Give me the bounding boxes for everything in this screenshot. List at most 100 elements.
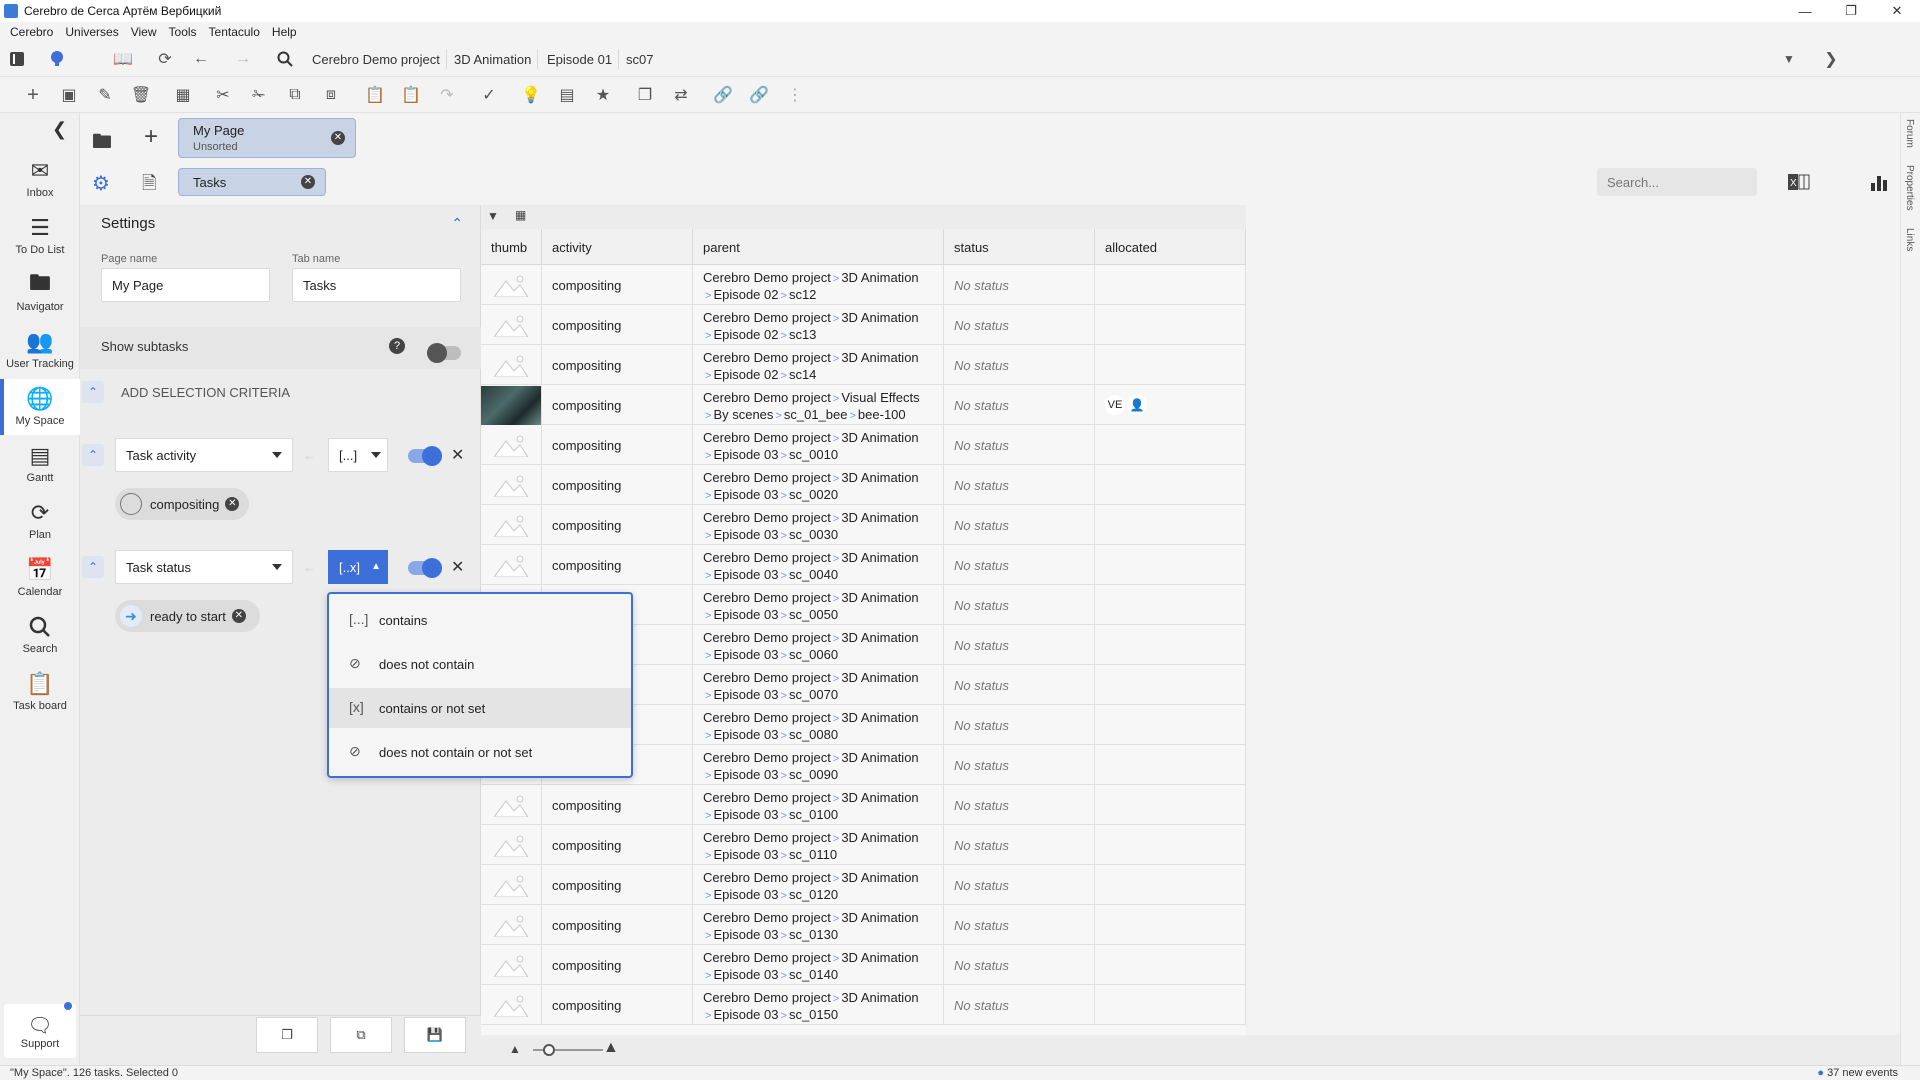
copy-special-icon[interactable]: ⧈ [318,82,344,108]
side-tab-properties[interactable]: Properties [1904,165,1915,211]
table-row[interactable]: compositingCerebro Demo project>3D Anima… [481,865,1246,905]
sidebar-toggle-icon[interactable] [4,46,30,72]
parent-cell[interactable]: Cerebro Demo project >3D Animation > Episod… [693,745,944,785]
copy-page-button[interactable]: ❐ [256,1017,318,1053]
table-row[interactable]: compositing Cerebro Demo project > Visual E… [481,385,1246,425]
col-status[interactable]: status [944,229,1095,265]
star-icon[interactable]: ★ [590,82,616,108]
nav-task-board[interactable]: 📋 Task board [0,664,80,720]
mountain-large-icon[interactable]: ▲ [603,1039,619,1057]
parent-cell[interactable]: Cerebro Demo project >3D Animation > Episod… [693,865,944,905]
unlink-icon[interactable]: 🔗 [746,82,772,108]
add-page-icon[interactable]: + [144,123,158,151]
nav-gantt[interactable]: ▤ Gantt [0,436,80,492]
table-row[interactable]: compositingCerebro Demo project>3D Anima… [481,945,1246,985]
events-indicator[interactable]: ● 37 new events [1817,1067,1898,1079]
more-vertical-icon[interactable]: ⋮ [782,82,808,108]
tab-name-field[interactable]: Tasks [292,268,461,302]
parent-cell[interactable]: Cerebro Demo project >3D Animation > Episod… [693,785,944,825]
excel-export-icon[interactable]: X [1788,173,1810,191]
nav-plan[interactable]: ⟳ Plan [0,493,80,549]
gear-icon[interactable]: ⚙ [92,171,110,196]
parent-cell[interactable]: Cerebro Demo project >3D Animation > Episod… [693,425,944,465]
side-tab-links[interactable]: Links [1904,228,1915,251]
table-row[interactable]: compositingCerebro Demo project>3D Anima… [481,305,1246,345]
paste-special-icon[interactable]: 📋 [398,82,424,108]
menu-cerebro[interactable]: Cerebro [4,25,59,39]
table-row[interactable]: compositingCerebro Demo project>3D Anima… [481,545,1246,585]
edit-pencil-icon[interactable]: ✎ [92,82,118,108]
layers-icon[interactable]: ▦ [170,82,196,108]
save-page-button[interactable]: 💾 [404,1017,466,1053]
show-subtasks-toggle[interactable] [427,343,461,363]
check-icon[interactable]: ✓ [476,82,502,108]
copy-icon[interactable]: ⧉ [282,82,308,108]
parent-cell[interactable]: Cerebro Demo project >3D Animation > Episod… [693,545,944,585]
restore-button[interactable]: ❐ [1828,0,1874,22]
breadcrumb-universe[interactable]: 3D Animation [448,49,539,69]
duplicate-icon[interactable]: ❐ [632,82,658,108]
criterion-2-field-select[interactable]: Task status [115,550,293,584]
search-icon[interactable] [272,46,298,72]
nav-user-tracking[interactable]: 👥 User Tracking [0,322,80,378]
page-tab-my-page[interactable]: My Page Unsorted ✕ [178,118,356,158]
operator-option-not-contain-or-not-set[interactable]: ⊘ does not contain or not set [329,732,631,772]
move-icon[interactable]: ⇄ [668,82,694,108]
forward-arrow-icon[interactable]: → [230,46,256,72]
columns-icon[interactable]: ▦ [515,208,526,222]
breadcrumb-project[interactable]: Cerebro Demo project [306,49,447,69]
parent-cell[interactable]: Cerebro Demo project >3D Animation > Episod… [693,665,944,705]
col-allocated[interactable]: allocated [1095,229,1246,265]
parent-cell[interactable]: Cerebro Demo project >3D Animation > Episod… [693,585,944,625]
remove-value-icon[interactable]: ✕ [225,497,240,511]
minimize-button[interactable]: — [1782,0,1828,22]
page-name-field[interactable]: My Page [101,268,270,302]
redo-icon[interactable]: ↷ [434,82,460,108]
table-row[interactable]: compositingCerebro Demo project>3D Anima… [481,425,1246,465]
nav-my-space[interactable]: 🌐 My Space [0,379,80,435]
criterion-2-operator-select[interactable]: [..x] ▲ [328,550,388,584]
add-icon[interactable]: + [20,82,46,108]
remove-value-icon[interactable]: ✕ [231,609,246,623]
criterion-1-collapse-button[interactable]: ⌃ [82,444,104,466]
help-icon[interactable]: ? [389,338,405,354]
collapse-chevron-left-icon[interactable]: ❮ [52,119,67,140]
criterion-1-operator-select[interactable]: [...] [328,438,388,472]
parent-cell[interactable]: Cerebro Demo project >3D Animation > Episod… [693,505,944,545]
close-sub-tab-icon[interactable]: ✕ [301,175,315,189]
add-criteria-label[interactable]: ADD SELECTION CRITERIA [121,385,290,400]
report-icon[interactable]: ▤ [554,82,580,108]
table-row[interactable]: compositingCerebro Demo project>3D Anima… [481,985,1246,1025]
folder-icon[interactable]: 🖿 [92,127,112,161]
chevron-right-icon[interactable]: ❯ [1818,46,1844,72]
breadcrumb-episode[interactable]: Episode 01 [541,49,620,69]
parent-cell[interactable]: Cerebro Demo project >3D Animation > Episod… [693,945,944,985]
nav-todo-list[interactable]: ☰ To Do List [0,208,80,264]
sub-tab-tasks[interactable]: Tasks ✕ [178,168,326,196]
back-arrow-icon[interactable]: ← [188,46,214,72]
close-window-button[interactable]: ✕ [1874,0,1920,22]
parent-cell[interactable]: Cerebro Demo project >3D Animation > Episod… [693,305,944,345]
menu-tools[interactable]: Tools [163,25,203,39]
link-icon[interactable]: 🔗 [710,82,736,108]
criteria-collapse-button[interactable]: ⌃ [82,381,104,403]
menu-tentaculo[interactable]: Tentaculo [203,25,266,39]
criterion-1-remove-icon[interactable]: ✕ [451,445,464,465]
cut-alt-icon[interactable]: ✁ [246,82,272,108]
table-row[interactable]: compositingCerebro Demo project>3D Anima… [481,905,1246,945]
criterion-1-toggle[interactable] [408,446,442,466]
parent-cell[interactable]: Cerebro Demo project >3D Animation > Episod… [693,825,944,865]
criterion-2-collapse-button[interactable]: ⌃ [82,556,104,578]
chart-icon[interactable] [1870,173,1888,191]
nav-inbox[interactable]: ✉ Inbox [0,151,80,207]
cut-icon[interactable]: ✂ [210,82,236,108]
mountain-small-icon[interactable]: ▲ [509,1042,521,1056]
breadcrumb-scene[interactable]: sc07 [620,49,659,69]
col-parent[interactable]: parent [693,229,944,265]
nav-calendar[interactable]: 📅 Calendar [0,550,80,606]
trash-icon[interactable]: 🗑 [128,82,154,108]
book-icon[interactable]: 📖 [110,46,136,72]
search-input[interactable]: Search... [1597,168,1757,196]
parent-cell[interactable]: Cerebro Demo project >3D Animation > Episod… [693,625,944,665]
menu-help[interactable]: Help [266,25,303,39]
